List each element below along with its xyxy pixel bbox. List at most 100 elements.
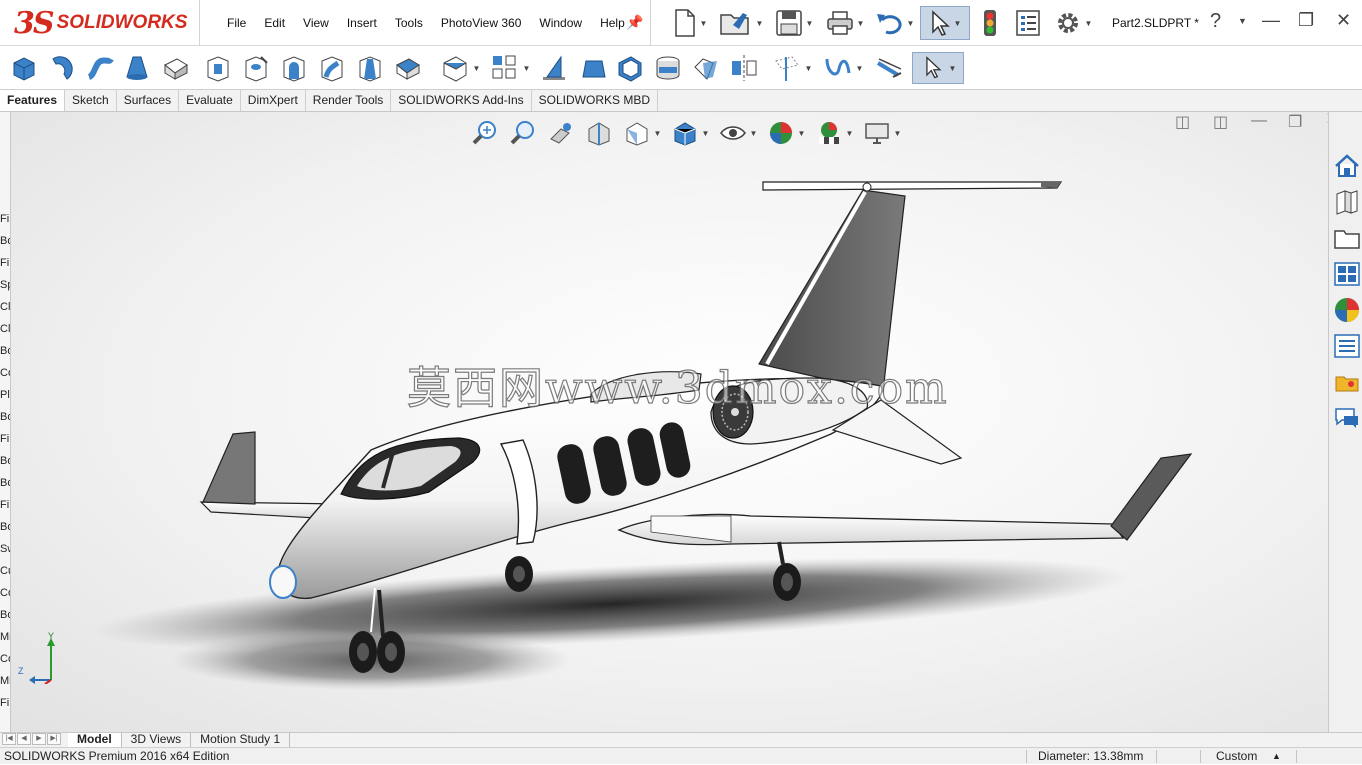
restore-window-icon[interactable]: ❐ bbox=[1298, 10, 1314, 31]
tab-solidworks-mbd[interactable]: SOLIDWORKS MBD bbox=[532, 90, 659, 111]
chevron-down-icon[interactable]: ▼ bbox=[856, 64, 864, 73]
hole-wizard-button[interactable] bbox=[240, 52, 272, 84]
chevron-down-icon[interactable]: ▼ bbox=[750, 129, 758, 138]
shell-button[interactable] bbox=[614, 52, 646, 84]
undo-button[interactable]: ▼ bbox=[872, 6, 918, 40]
lofted-cut-button[interactable] bbox=[354, 52, 386, 84]
forum-chat-tab[interactable] bbox=[1331, 402, 1362, 434]
feature-tree-item[interactable]: Bo bbox=[0, 516, 10, 538]
draft-button[interactable] bbox=[576, 52, 608, 84]
extruded-cut-button[interactable] bbox=[202, 52, 234, 84]
feature-tree-item[interactable]: Pl bbox=[0, 384, 10, 406]
feature-tree-item[interactable]: Cl bbox=[0, 318, 10, 340]
feature-tree-item[interactable]: Mi bbox=[0, 626, 10, 648]
feature-tree-item[interactable]: Bo bbox=[0, 230, 10, 252]
bottom-tab-motion-study-1[interactable]: Motion Study 1 bbox=[191, 733, 291, 747]
zoom-to-area-button[interactable] bbox=[507, 118, 539, 148]
boundary-cut-button[interactable] bbox=[392, 52, 424, 84]
menu-insert[interactable]: Insert bbox=[338, 14, 386, 32]
open-button[interactable]: ▼ bbox=[716, 6, 766, 40]
feature-manager-tree[interactable]: FiBoFiSpClClBoCoPlBoFiBoBoFiBoSwCuCoBoMi… bbox=[0, 112, 11, 732]
feature-tree-item[interactable]: Fi bbox=[0, 494, 10, 516]
feature-tree-item[interactable]: Mi bbox=[0, 670, 10, 692]
feature-tree-item[interactable]: Fi bbox=[0, 692, 10, 714]
feature-tree-item[interactable]: Bo bbox=[0, 340, 10, 362]
feature-tree-item[interactable]: Bo bbox=[0, 472, 10, 494]
apply-scene-button[interactable]: ▼ bbox=[813, 118, 855, 148]
viewport-collapse-left-icon[interactable]: ◫ bbox=[1175, 112, 1190, 132]
help-button[interactable]: ? bbox=[1210, 10, 1221, 33]
custom-properties-tab[interactable] bbox=[1331, 330, 1362, 362]
graphics-viewport[interactable]: 莫西网www.3dmox.com ▼ ▼ ▼ ▼ ▼ ▼ ◫ ◫ — ❐ ✕ Y… bbox=[11, 112, 1328, 732]
chevron-down-icon[interactable]: ▼ bbox=[473, 64, 481, 73]
tab-render-tools[interactable]: Render Tools bbox=[306, 90, 392, 111]
feature-tree-item[interactable]: Fi bbox=[0, 252, 10, 274]
chevron-down-icon[interactable]: ▼ bbox=[954, 19, 962, 28]
reference-geometry-button[interactable]: ▼ bbox=[770, 52, 814, 84]
feature-tree-item[interactable]: Bo bbox=[0, 406, 10, 428]
next-tab-icon[interactable]: ▶ bbox=[32, 733, 46, 745]
tab-solidworks-add-ins[interactable]: SOLIDWORKS Add-Ins bbox=[391, 90, 532, 111]
revolved-boss-button[interactable] bbox=[46, 52, 78, 84]
extruded-boss-button[interactable] bbox=[8, 52, 40, 84]
select-button[interactable]: ▼ bbox=[920, 6, 970, 40]
feature-tree-item[interactable]: Sw bbox=[0, 538, 10, 560]
viewport-restore-icon[interactable]: ❐ bbox=[1288, 112, 1302, 132]
chevron-down-icon[interactable]: ▼ bbox=[907, 19, 915, 28]
fillet-button[interactable]: ▼ bbox=[438, 52, 482, 84]
view-orientation-button[interactable]: ▼ bbox=[621, 118, 663, 148]
instant3d-button[interactable] bbox=[874, 52, 906, 84]
select-tool-button[interactable]: ▼ bbox=[912, 52, 964, 84]
feature-tree-item[interactable]: Fi bbox=[0, 208, 10, 230]
tab-evaluate[interactable]: Evaluate bbox=[179, 90, 241, 111]
tab-surfaces[interactable]: Surfaces bbox=[117, 90, 180, 111]
rebuild-button[interactable] bbox=[976, 6, 1004, 40]
intersect-button[interactable] bbox=[690, 52, 722, 84]
boundary-boss-button[interactable] bbox=[160, 52, 192, 84]
chevron-down-icon[interactable]: ▼ bbox=[523, 64, 531, 73]
feature-tree-item[interactable]: Co bbox=[0, 648, 10, 670]
appearances-scenes-tab[interactable] bbox=[1331, 294, 1362, 326]
design-library-tab[interactable] bbox=[1331, 186, 1362, 218]
feature-tree-item[interactable]: Sp bbox=[0, 274, 10, 296]
feature-tree-item[interactable]: Co bbox=[0, 582, 10, 604]
view-palette-tab[interactable] bbox=[1331, 258, 1362, 290]
solidworks-forum-tab[interactable] bbox=[1331, 366, 1362, 398]
display-style-button[interactable]: ▼ bbox=[669, 118, 711, 148]
chevron-down-icon[interactable]: ▼ bbox=[894, 129, 902, 138]
wrap-button[interactable] bbox=[652, 52, 684, 84]
curves-button[interactable]: ▼ bbox=[820, 52, 866, 84]
print-button[interactable]: ▼ bbox=[822, 6, 868, 40]
zoom-to-fit-button[interactable] bbox=[469, 118, 501, 148]
close-window-icon[interactable]: ✕ bbox=[1336, 10, 1351, 31]
options-button[interactable]: ▼ bbox=[1048, 6, 1098, 40]
pin-menu-icon[interactable]: 📌 bbox=[626, 14, 643, 31]
file-explorer-tab[interactable] bbox=[1331, 222, 1362, 254]
view-settings-button[interactable]: ▼ bbox=[861, 118, 903, 148]
feature-tree-item[interactable]: Bo bbox=[0, 450, 10, 472]
chevron-down-icon[interactable]: ▼ bbox=[949, 64, 957, 73]
last-tab-icon[interactable]: ▶| bbox=[47, 733, 61, 745]
mirror-button[interactable] bbox=[728, 52, 760, 84]
menu-photoview[interactable]: PhotoView 360 bbox=[432, 14, 531, 32]
previous-tab-icon[interactable]: ◀ bbox=[17, 733, 31, 745]
bottom-tab-3d-views[interactable]: 3D Views bbox=[122, 733, 192, 747]
hide-show-items-button[interactable]: ▼ bbox=[717, 118, 759, 148]
chevron-down-icon[interactable]: ▼ bbox=[805, 64, 813, 73]
chevron-down-icon[interactable]: ▼ bbox=[846, 129, 854, 138]
save-button[interactable]: ▼ bbox=[770, 6, 818, 40]
chevron-down-icon[interactable]: ▼ bbox=[1085, 19, 1093, 28]
edit-appearance-button[interactable]: ▼ bbox=[765, 118, 807, 148]
tab-dimxpert[interactable]: DimXpert bbox=[241, 90, 306, 111]
rib-button[interactable] bbox=[538, 52, 570, 84]
new-document-button[interactable]: ▼ bbox=[668, 6, 712, 40]
section-view-button[interactable] bbox=[583, 118, 615, 148]
chevron-down-icon[interactable]: ▼ bbox=[756, 19, 764, 28]
viewport-collapse-right-icon[interactable]: ◫ bbox=[1213, 112, 1228, 132]
solidworks-resources-tab[interactable] bbox=[1331, 150, 1362, 182]
help-chevron-down-icon[interactable]: ▼ bbox=[1238, 16, 1247, 26]
minimize-window-icon[interactable]: — bbox=[1262, 10, 1280, 31]
revolved-cut-button[interactable] bbox=[278, 52, 310, 84]
feature-tree-item[interactable]: Cl bbox=[0, 296, 10, 318]
chevron-down-icon[interactable]: ▼ bbox=[702, 129, 710, 138]
